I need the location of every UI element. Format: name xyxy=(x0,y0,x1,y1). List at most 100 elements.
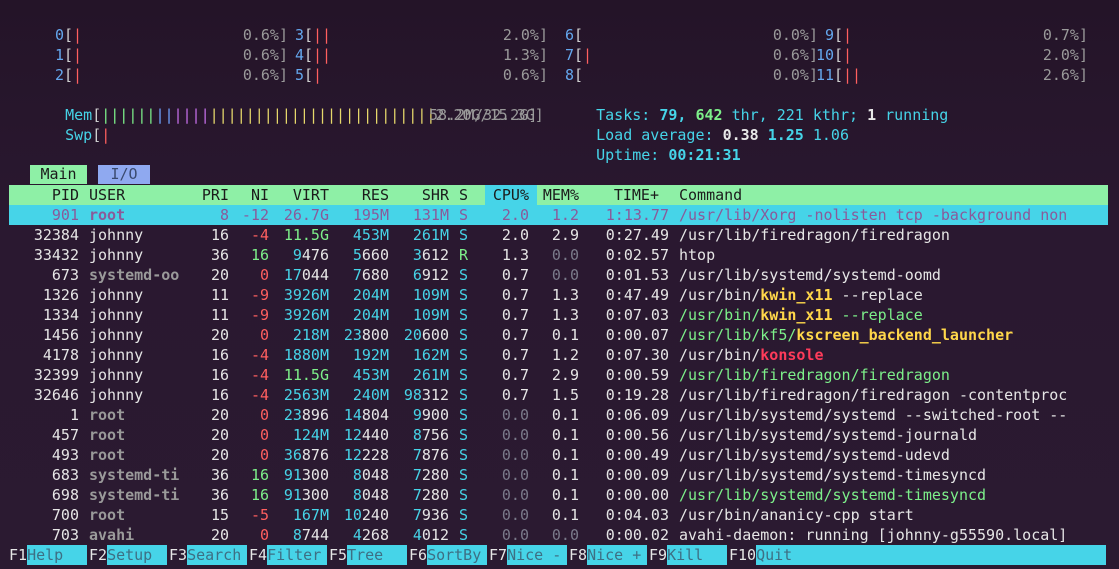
column-header-ni[interactable]: NI xyxy=(251,185,269,205)
cell-virt: 36876 xyxy=(283,446,329,464)
cell-pid: 703 xyxy=(51,526,79,544)
cell-time: 0:19.28 xyxy=(605,386,669,404)
cell-time: 0:47.49 xyxy=(605,286,669,304)
cpu-bar: [| xyxy=(574,46,593,64)
fkey-label: SortBy xyxy=(427,545,488,565)
fkey-key: F7 xyxy=(489,546,508,564)
column-header-mem[interactable]: MEM% xyxy=(543,185,579,205)
cpu-id: 9 xyxy=(824,26,834,44)
cell-res: 192M xyxy=(352,346,389,364)
column-header-shr[interactable]: SHR xyxy=(422,185,449,205)
cell-virt: 3926M xyxy=(283,286,329,304)
cell-res: 23800 xyxy=(343,326,389,344)
cell-shr: 7280 xyxy=(412,466,449,484)
cell-res: 204M xyxy=(352,306,389,324)
cell-shr: 3612 xyxy=(412,246,449,264)
cell-ni: 16 xyxy=(250,246,269,264)
fkey-label: Nice - xyxy=(507,545,568,565)
cell-pri: 16 xyxy=(210,386,229,404)
fkey-f1[interactable]: F1Help xyxy=(9,545,88,565)
function-key-bar: F1Help F2Setup F3Search F4Filter F5Tree F6… xyxy=(0,545,1119,565)
fkey-f9[interactable]: F9Kill xyxy=(649,545,728,565)
cell-user: johnny xyxy=(89,366,144,384)
mem-meter: Mem[||||||||||||||||||||||||||||||||||||… xyxy=(65,106,544,124)
column-header-pid[interactable]: PID xyxy=(52,185,79,205)
cell-user: johnny xyxy=(89,346,144,364)
cell-time: 0:00.00 xyxy=(605,486,669,504)
cell-s: S xyxy=(459,386,469,404)
cpu-bar: [|| xyxy=(304,26,332,44)
fkey-f8[interactable]: F8Nice + xyxy=(569,545,648,565)
column-header-pri[interactable]: PRI xyxy=(202,185,229,205)
cell-time: 0:00.59 xyxy=(605,366,669,384)
cpu-percent: 0.6%] xyxy=(242,66,288,84)
column-header-user[interactable]: USER xyxy=(89,185,125,205)
swp-meter: Swp[| xyxy=(65,126,111,144)
column-header-res[interactable]: RES xyxy=(362,185,389,205)
cell-cpu: 1.3 xyxy=(501,246,529,264)
cell-virt: 91300 xyxy=(283,466,329,484)
cell-cpu: 0.7 xyxy=(501,326,529,344)
cell-user: johnny xyxy=(89,226,144,244)
cell-s: S xyxy=(459,226,469,244)
fkey-key: F6 xyxy=(409,546,428,564)
cell-pid: 32384 xyxy=(33,226,79,244)
cpu-bar: [| xyxy=(304,66,323,84)
cell-s: S xyxy=(459,366,469,384)
cell-s: S xyxy=(459,506,469,524)
cell-mem: 0.0 xyxy=(551,526,579,544)
cpu-percent: 0.6%] xyxy=(502,66,548,84)
fkey-f4[interactable]: F4Filter xyxy=(249,545,328,565)
fkey-f2[interactable]: F2Setup xyxy=(89,545,168,565)
fkey-f7[interactable]: F7Nice - xyxy=(489,545,568,565)
fkey-f5[interactable]: F5Tree xyxy=(329,545,408,565)
cell-cpu: 0.0 xyxy=(501,406,529,424)
cell-pri: 36 xyxy=(210,246,229,264)
cell-pri: 20 xyxy=(210,526,229,544)
column-header-virt[interactable]: VIRT xyxy=(293,185,329,205)
cell-cmd: avahi-daemon: running [johnny-g55590.loc… xyxy=(679,526,1068,544)
cell-time: 0:00.09 xyxy=(605,466,669,484)
cpu-percent: 0.6%] xyxy=(772,46,818,64)
cell-pid: 1 xyxy=(69,406,79,424)
fkey-key: F4 xyxy=(249,546,268,564)
cell-res: 453M xyxy=(352,226,389,244)
cell-mem: 0.1 xyxy=(551,466,579,484)
cell-cmd: /usr/bin/ananicy-cpp start xyxy=(679,506,914,524)
cell-s: S xyxy=(459,286,469,304)
cell-shr: 4012 xyxy=(412,526,449,544)
cell-shr: 9900 xyxy=(412,406,449,424)
column-header-s[interactable]: S xyxy=(459,185,468,205)
cell-virt: 17044 xyxy=(283,266,329,284)
cell-virt: 1880M xyxy=(283,346,329,364)
fkey-f10[interactable]: F10Quit xyxy=(729,545,1107,565)
fkey-f3[interactable]: F3Search xyxy=(169,545,248,565)
cell-user: johnny xyxy=(89,326,144,344)
cpu-id: 6 xyxy=(564,26,574,44)
cell-mem: 0.1 xyxy=(551,326,579,344)
cell-shr: 7280 xyxy=(412,486,449,504)
cell-cpu: 2.0 xyxy=(501,206,529,224)
tab-main[interactable]: Main xyxy=(30,165,87,184)
column-header-command[interactable]: Command xyxy=(679,185,742,205)
fkey-label: Setup xyxy=(107,545,168,565)
cell-res: 7680 xyxy=(352,266,389,284)
cell-ni: 16 xyxy=(250,466,269,484)
cell-user: avahi xyxy=(89,526,135,544)
cell-s: R xyxy=(459,246,469,264)
cpu-id: 7 xyxy=(564,46,574,64)
column-header-time[interactable]: TIME+ xyxy=(614,185,659,205)
cell-cmd: /usr/lib/firedragon/firedragon xyxy=(679,226,950,244)
fkey-f6[interactable]: F6SortBy xyxy=(409,545,488,565)
tab-io[interactable]: I/O xyxy=(98,165,150,184)
cell-user: root xyxy=(89,206,126,224)
column-header-cpu[interactable]: CPU% xyxy=(493,185,529,205)
cell-time: 0:27.49 xyxy=(605,226,669,244)
cell-s: S xyxy=(459,266,469,284)
cell-cpu: 0.7 xyxy=(501,346,529,364)
cell-cmd: /usr/bin/kwin_x11 --replace xyxy=(679,306,923,324)
running-count: 1 xyxy=(867,106,877,124)
fkey-label: Kill xyxy=(667,545,728,565)
cell-ni: 0 xyxy=(259,426,269,444)
cell-ni: -4 xyxy=(250,346,269,364)
